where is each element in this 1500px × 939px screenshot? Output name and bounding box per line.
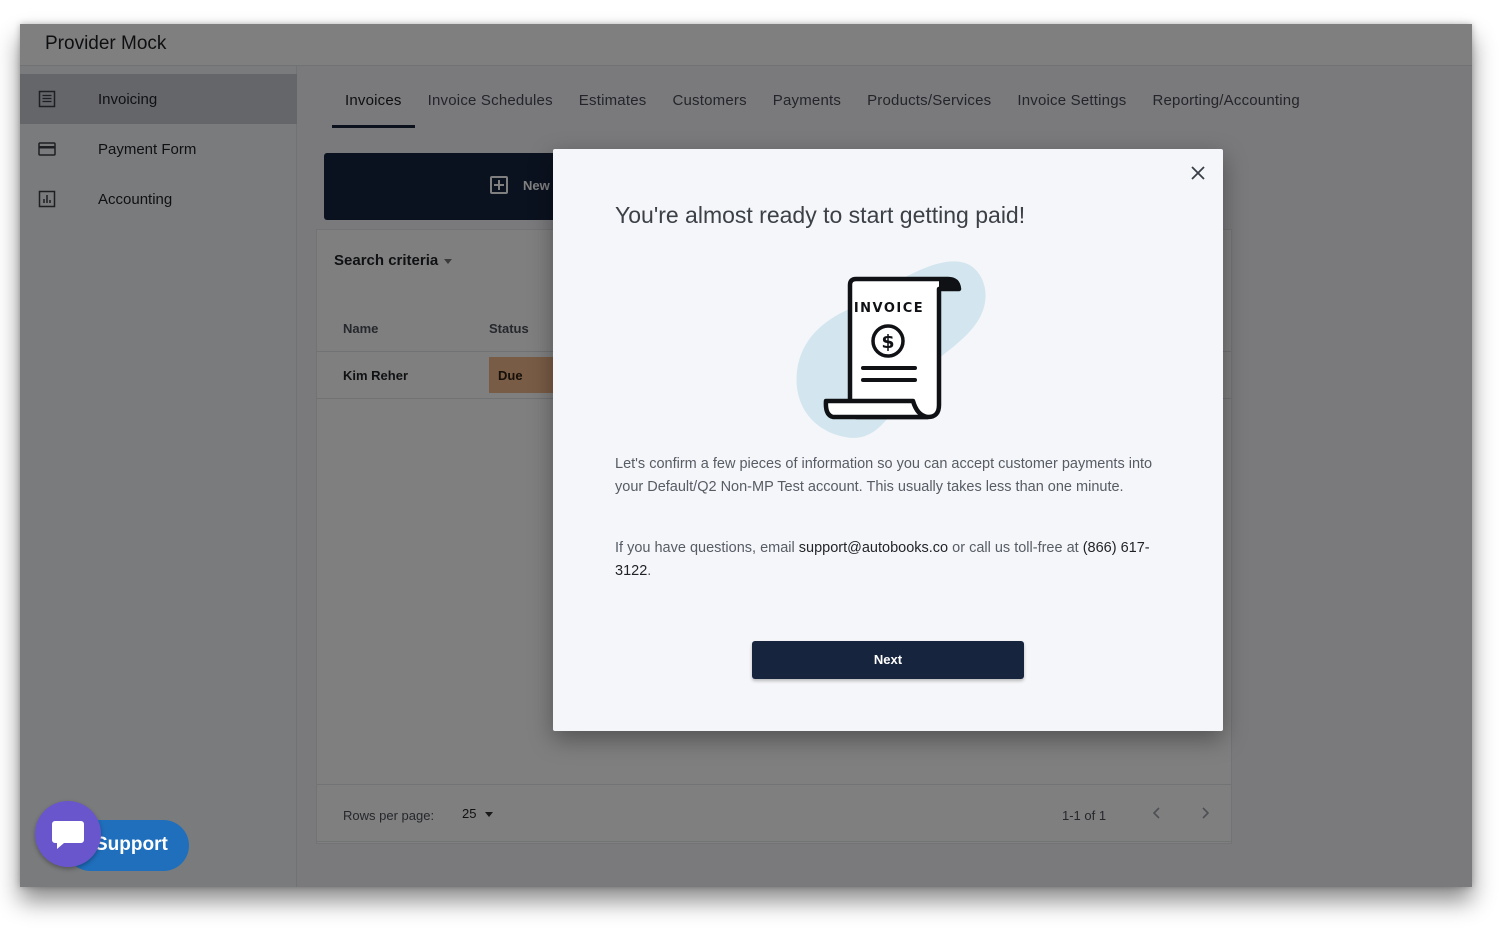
support-label: Support: [95, 834, 168, 855]
support-email-link[interactable]: support@autobooks.co: [799, 540, 948, 556]
app-window: Provider Mock Invoicing Payment Form: [20, 24, 1472, 887]
modal-title: You're almost ready to start getting pai…: [615, 202, 1026, 228]
dollar-sign-icon: $: [881, 331, 894, 353]
chat-bubble-icon: [35, 801, 101, 867]
contact-suffix: .: [647, 563, 652, 579]
invoice-illustration: INVOICE $: [796, 261, 986, 438]
close-icon[interactable]: [1187, 162, 1209, 184]
next-button[interactable]: Next: [752, 641, 1024, 679]
onboarding-modal: You're almost ready to start getting pai…: [553, 149, 1223, 731]
contact-middle: or call us toll-free at: [948, 540, 1083, 556]
modal-body-text: Let's confirm a few pieces of informatio…: [615, 456, 1153, 495]
support-widget[interactable]: Support: [35, 801, 205, 871]
modal-contact-text: If you have questions, email support@aut…: [615, 537, 1175, 583]
contact-prefix: If you have questions, email: [615, 540, 799, 556]
illustration-invoice-label: INVOICE: [854, 301, 924, 316]
